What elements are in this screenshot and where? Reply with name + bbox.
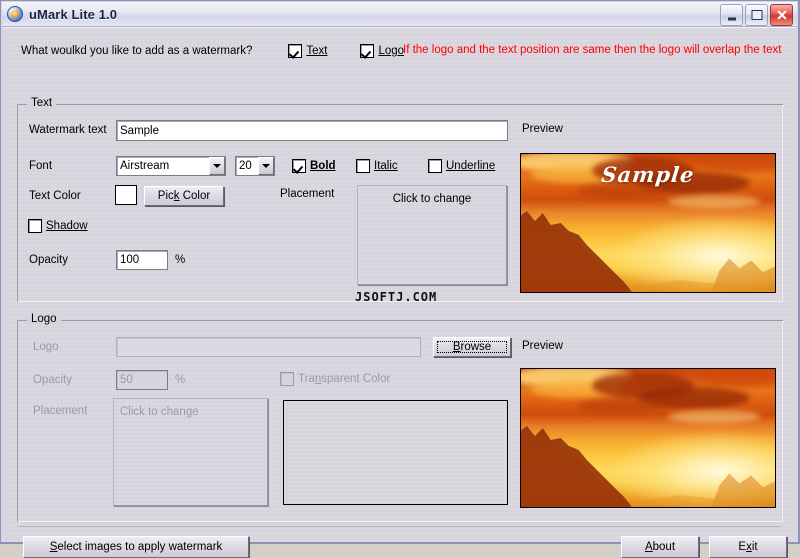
about-button-label: About xyxy=(644,541,676,553)
italic-checkbox-box[interactable] xyxy=(356,159,370,173)
browse-button[interactable]: Browse xyxy=(433,337,511,357)
text-checkbox-box[interactable] xyxy=(288,44,303,58)
bold-checkbox[interactable]: Bold xyxy=(292,159,336,173)
title-bar: uMark Lite 1.0 xyxy=(2,2,797,27)
shadow-checkbox[interactable]: Shadow xyxy=(28,219,88,233)
exit-button[interactable]: Exit xyxy=(709,536,787,558)
text-opacity-input[interactable]: 100 xyxy=(116,250,168,270)
text-group-title: Text xyxy=(27,97,57,109)
logo-opacity-value: 50 xyxy=(120,374,133,386)
text-opacity-value: 100 xyxy=(120,254,140,266)
text-color-label: Text Color xyxy=(29,190,81,202)
italic-checkbox-label: Italic xyxy=(374,160,398,172)
minimize-button[interactable] xyxy=(720,4,743,26)
browse-button-label: Browse xyxy=(452,341,492,353)
logo-preview-image xyxy=(520,368,776,508)
font-label: Font xyxy=(29,160,53,172)
shadow-checkbox-label: Shadow xyxy=(46,220,88,232)
shadow-checkbox-box[interactable] xyxy=(28,219,42,233)
preview-watermark-text: Sample xyxy=(600,162,696,188)
watermark-type-row: What woulkd you like to add as a waterma… xyxy=(21,44,404,58)
maximize-button[interactable] xyxy=(745,4,768,26)
window-controls xyxy=(720,4,793,26)
logo-placement-label: Placement xyxy=(33,405,88,417)
pick-color-button-label: Pick Color xyxy=(157,190,211,202)
underline-checkbox[interactable]: Underline xyxy=(428,159,495,173)
application-window: uMark Lite 1.0 What woulkd you like to a… xyxy=(0,0,800,558)
bold-checkbox-label: Bold xyxy=(310,160,336,172)
close-button[interactable] xyxy=(770,4,793,26)
watermark-text-input[interactable]: Sample xyxy=(116,120,508,141)
logo-path-label: Logo xyxy=(33,341,59,353)
italic-checkbox[interactable]: Italic xyxy=(356,159,398,173)
logo-opacity-percent: % xyxy=(175,374,186,386)
window-title: uMark Lite 1.0 xyxy=(29,6,118,22)
exit-button-label: Exit xyxy=(738,541,758,553)
about-button[interactable]: About xyxy=(621,536,699,558)
font-family-select[interactable]: Airstream xyxy=(116,156,226,176)
chevron-down-icon[interactable] xyxy=(209,157,225,175)
watermark-question-label: What woulkd you like to add as a waterma… xyxy=(21,45,253,57)
transparent-color-label: Transparent Color xyxy=(298,373,391,385)
logo-path-input[interactable] xyxy=(116,337,421,357)
logo-placement-value: Click to change xyxy=(120,406,199,418)
mountain-silhouette xyxy=(521,426,775,507)
logo-checkbox[interactable]: Logo xyxy=(360,44,404,58)
text-color-swatch[interactable] xyxy=(115,185,137,205)
footer-divider xyxy=(17,526,781,527)
font-family-value: Airstream xyxy=(120,160,170,172)
app-globe-icon xyxy=(7,6,23,22)
transparent-color-checkbox-box xyxy=(280,372,294,386)
text-placement-value: Click to change xyxy=(392,193,472,205)
pick-color-button[interactable]: Pick Color xyxy=(144,186,224,206)
client-area: What woulkd you like to add as a waterma… xyxy=(3,27,796,558)
watermark-text-label: Watermark text xyxy=(29,124,107,136)
logo-group-title: Logo xyxy=(27,313,61,325)
text-preview-label: Preview xyxy=(522,123,563,135)
underline-checkbox-box[interactable] xyxy=(428,159,442,173)
bold-checkbox-box[interactable] xyxy=(292,159,306,173)
font-size-value: 20 xyxy=(239,160,252,172)
text-opacity-label: Opacity xyxy=(29,254,68,266)
watermark-text-value: Sample xyxy=(120,124,159,137)
text-preview-image: Sample xyxy=(520,153,776,293)
logo-checkbox-label: Logo xyxy=(378,45,405,57)
text-placement-picker[interactable]: Click to change xyxy=(357,185,507,285)
select-images-button-label: Select images to apply watermark xyxy=(49,541,223,553)
chevron-down-icon[interactable] xyxy=(258,157,274,175)
text-checkbox-label: Text xyxy=(306,45,328,57)
font-size-select[interactable]: 20 xyxy=(235,156,275,176)
site-watermark: JSOFTJ.COM xyxy=(355,290,438,304)
logo-opacity-label: Opacity xyxy=(33,374,72,386)
logo-preview-label: Preview xyxy=(522,340,563,352)
underline-checkbox-label: Underline xyxy=(446,160,496,172)
overlap-warning-text: If the logo and the text position are sa… xyxy=(403,44,782,56)
text-placement-label: Placement xyxy=(280,188,335,200)
select-images-button[interactable]: Select images to apply watermark xyxy=(23,536,249,558)
text-opacity-percent: % xyxy=(175,254,186,266)
logo-opacity-input: 50 xyxy=(116,370,168,390)
logo-placement-picker: Click to change xyxy=(113,398,268,506)
logo-checkbox-box[interactable] xyxy=(360,44,375,58)
text-checkbox[interactable]: Text xyxy=(288,44,327,58)
logo-preview-box xyxy=(283,400,508,505)
transparent-color-checkbox: Transparent Color xyxy=(280,372,390,386)
